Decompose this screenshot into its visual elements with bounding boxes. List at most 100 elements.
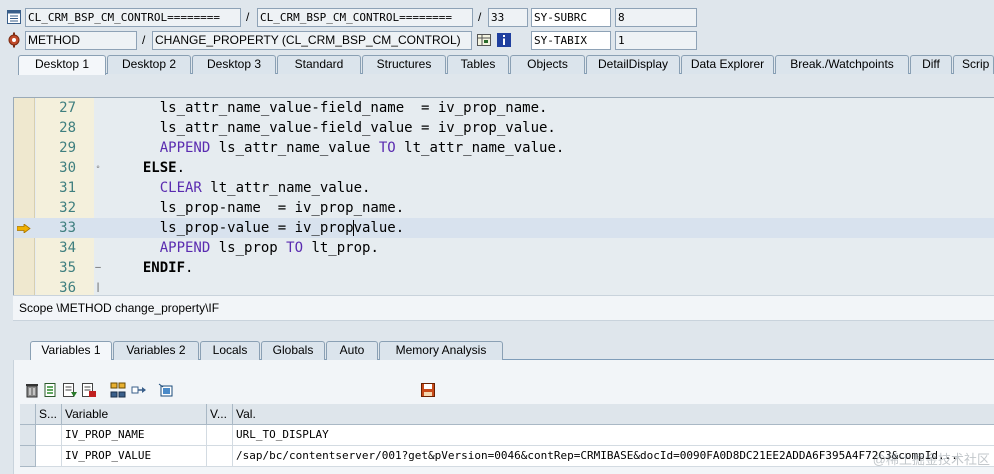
tab-data-explorer[interactable]: Data Explorer bbox=[681, 55, 774, 74]
code-line: 34 APPEND ls_prop TO lt_prop. bbox=[14, 238, 994, 258]
folder-icon[interactable] bbox=[158, 382, 174, 398]
code-fragment: . bbox=[176, 160, 186, 176]
code-text: APPEND ls_attr_name_value TO lt_attr_nam… bbox=[126, 138, 565, 158]
separator: / bbox=[142, 33, 146, 47]
code-text: ls_prop-value = iv_propvalue. bbox=[126, 218, 404, 238]
list-icon[interactable] bbox=[6, 9, 22, 25]
sysvar-value-field[interactable]: 8 bbox=[615, 8, 697, 27]
tab-standard[interactable]: Standard bbox=[277, 55, 361, 74]
grid-header-v[interactable]: V... bbox=[207, 404, 233, 425]
list-edit-icon[interactable] bbox=[43, 382, 59, 398]
code-fragment: ls_attr_name_value bbox=[210, 140, 379, 156]
table-cell-variable[interactable]: IV_PROP_NAME bbox=[62, 425, 207, 446]
code-text: ENDIF. bbox=[126, 258, 194, 278]
line-number: 32 bbox=[59, 200, 76, 216]
line-number: 33 bbox=[59, 220, 76, 236]
tab-diff[interactable]: Diff bbox=[910, 55, 952, 74]
table-cell-value[interactable]: URL_TO_DISPLAY bbox=[233, 425, 994, 446]
row-selector[interactable] bbox=[20, 446, 36, 467]
gear-icon[interactable] bbox=[6, 32, 22, 48]
line-number: 34 bbox=[59, 240, 76, 256]
line-number-field[interactable]: 33 bbox=[488, 8, 528, 27]
separator: / bbox=[246, 10, 250, 24]
fold-line-marker: | bbox=[96, 282, 100, 293]
code-fragment: lt_attr_name_value. bbox=[395, 140, 565, 156]
current-code-line: 33 ls_prop-value = iv_propvalue. bbox=[14, 218, 994, 238]
tab-detail-display[interactable]: DetailDisplay bbox=[586, 55, 680, 74]
code-text: CLEAR lt_attr_name_value. bbox=[126, 178, 371, 198]
include-field[interactable]: CL_CRM_BSP_CM_CONTROL======== bbox=[257, 8, 473, 27]
tab-desktop-2[interactable]: Desktop 2 bbox=[107, 55, 191, 74]
line-number: 35 bbox=[59, 260, 76, 276]
list-delete-icon[interactable] bbox=[81, 382, 97, 398]
code-line: 30 ◦ ELSE. bbox=[14, 158, 994, 178]
grid-select-all[interactable] bbox=[20, 404, 36, 425]
fold-marker-icon[interactable]: ◦ bbox=[94, 158, 102, 178]
tab-desktop-1[interactable]: Desktop 1 bbox=[18, 55, 106, 75]
grid-icon[interactable] bbox=[476, 32, 492, 48]
grid-header-value[interactable]: Val. bbox=[233, 404, 994, 425]
desktop-tabstrip: Desktop 1 Desktop 2 Desktop 3 Standard S… bbox=[18, 54, 994, 75]
code-fragment: . bbox=[185, 260, 194, 276]
tab-variables-1[interactable]: Variables 1 bbox=[30, 341, 112, 361]
tab-structures[interactable]: Structures bbox=[362, 55, 446, 74]
code-line: 31 CLEAR lt_attr_name_value. bbox=[14, 178, 994, 198]
tab-desktop-3[interactable]: Desktop 3 bbox=[192, 55, 276, 74]
keyword: ENDIF bbox=[142, 260, 186, 276]
header-row-program: CL_CRM_BSP_CM_CONTROL======== / CL_CRM_B… bbox=[0, 8, 994, 28]
separator: / bbox=[478, 10, 482, 24]
source-code-editor[interactable]: 27 ls_attr_name_value-field_name = iv_pr… bbox=[13, 97, 994, 295]
tab-variables-2[interactable]: Variables 2 bbox=[113, 341, 199, 360]
code-fragment: ls_prop-value = iv_prop bbox=[126, 220, 354, 236]
tab-locals[interactable]: Locals bbox=[200, 341, 260, 360]
code-text: ls_attr_name_value-field_name = iv_prop_… bbox=[126, 100, 548, 116]
tab-script[interactable]: Scrip bbox=[953, 55, 994, 74]
tab-auto[interactable]: Auto bbox=[326, 341, 378, 360]
structure-icon[interactable] bbox=[110, 382, 126, 398]
tab-tables[interactable]: Tables bbox=[447, 55, 509, 74]
line-number: 27 bbox=[59, 100, 76, 116]
table-cell-status bbox=[36, 446, 62, 467]
delete-icon[interactable] bbox=[24, 382, 40, 398]
code-fragment: lt_attr_name_value. bbox=[201, 180, 371, 196]
code-text: ls_prop-name = iv_prop_name. bbox=[126, 200, 405, 216]
code-line: 28 ls_attr_name_value-field_value = iv_p… bbox=[14, 118, 994, 138]
variables-tabstrip: Variables 1 Variables 2 Locals Globals A… bbox=[30, 340, 994, 361]
grid-header-status[interactable]: S... bbox=[36, 404, 62, 425]
code-line: 27 ls_attr_name_value-field_name = iv_pr… bbox=[14, 98, 994, 118]
keyword: APPEND bbox=[159, 140, 211, 156]
tab-memory-analysis[interactable]: Memory Analysis bbox=[379, 341, 503, 360]
event-name-field[interactable]: CHANGE_PROPERTY (CL_CRM_BSP_CM_CONTROL) bbox=[152, 31, 472, 50]
keyword: CLEAR bbox=[159, 180, 202, 196]
tab-globals[interactable]: Globals bbox=[261, 341, 325, 360]
info-icon[interactable] bbox=[496, 32, 512, 48]
sysvar-value-field[interactable]: 1 bbox=[615, 31, 697, 50]
code-fragment: value. bbox=[353, 220, 405, 236]
execution-arrow-icon bbox=[17, 224, 31, 233]
program-field[interactable]: CL_CRM_BSP_CM_CONTROL======== bbox=[25, 8, 241, 27]
table-cell-v bbox=[207, 446, 233, 467]
table-cell-variable[interactable]: IV_PROP_VALUE bbox=[62, 446, 207, 467]
sysvar-name-field[interactable]: SY-SUBRC bbox=[531, 8, 611, 27]
tab-objects[interactable]: Objects bbox=[510, 55, 585, 74]
event-type-field[interactable]: METHOD bbox=[25, 31, 137, 50]
watermark: @稀土掘金技术社区 bbox=[872, 452, 990, 467]
scope-bar: Scope \METHOD change_property\IF bbox=[13, 295, 994, 321]
row-selector[interactable] bbox=[20, 425, 36, 446]
code-text: ls_attr_name_value-field_value = iv_prop… bbox=[126, 120, 556, 136]
line-number: 28 bbox=[59, 120, 76, 136]
keyword: ELSE bbox=[142, 160, 177, 176]
sysvar-name-field[interactable]: SY-TABIX bbox=[531, 31, 611, 50]
table-cell-status bbox=[36, 425, 62, 446]
tab-breakpoints-watchpoints[interactable]: Break./Watchpoints bbox=[775, 55, 909, 74]
keyword: TO bbox=[286, 240, 304, 256]
code-text: ELSE. bbox=[126, 158, 185, 178]
navigate-icon[interactable] bbox=[131, 382, 147, 398]
keyword: APPEND bbox=[159, 240, 211, 256]
code-line: 35 – ENDIF. bbox=[14, 258, 994, 278]
code-text: APPEND ls_prop TO lt_prop. bbox=[126, 238, 379, 258]
grid-header-variable[interactable]: Variable bbox=[62, 404, 207, 425]
code-line: 32 ls_prop-name = iv_prop_name. bbox=[14, 198, 994, 218]
save-icon[interactable] bbox=[420, 382, 436, 398]
list-import-icon[interactable] bbox=[62, 382, 78, 398]
